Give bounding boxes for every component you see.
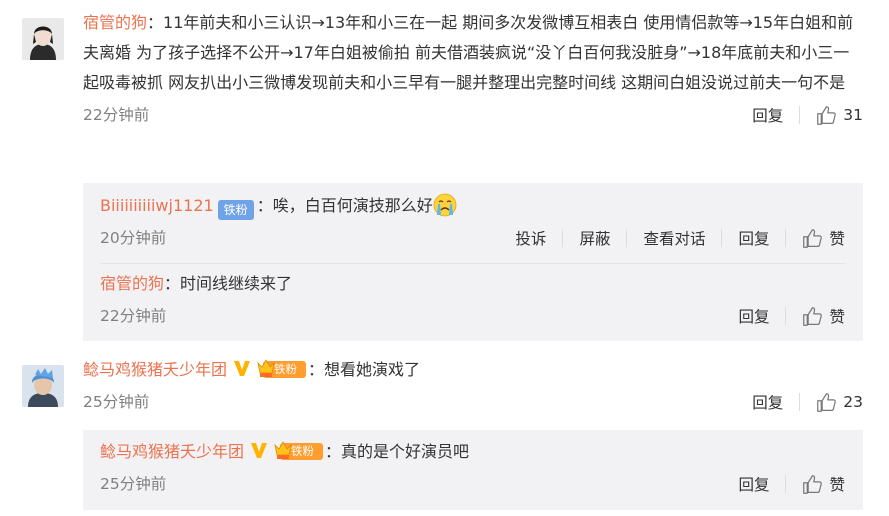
reply-button[interactable]: 回复	[738, 473, 769, 495]
like-button[interactable]: 23	[816, 392, 863, 413]
crown-icon	[274, 441, 292, 459]
divider	[626, 229, 628, 247]
comment-content: 想看她演戏了	[324, 360, 421, 379]
avatar[interactable]	[22, 365, 64, 407]
thumbs-up-icon	[817, 392, 837, 412]
like-button[interactable]: 31	[816, 105, 863, 126]
reply-time: 20分钟前	[100, 229, 167, 247]
reply-list: Biiiiiiiiiiwj1121 铁粉 ：唉，白百何演技那么好 20分钟前 投诉 …	[83, 183, 863, 341]
fan-badge: 铁粉	[256, 357, 307, 379]
username-link[interactable]: 宿管的狗	[100, 274, 164, 293]
reply-item: 鲶马鸡猴猪夭少年团 铁粉 ：真的是个好演员吧 25分钟前 回复 赞	[100, 437, 845, 499]
reply-content: 唉，白百何演技那么好	[272, 196, 433, 215]
crown-icon	[257, 359, 275, 377]
divider	[799, 393, 801, 411]
report-button[interactable]: 投诉	[515, 227, 546, 249]
verified-v-icon	[234, 361, 251, 376]
thumbs-up-icon	[803, 474, 823, 494]
reply-list: 鲶马鸡猴猪夭少年团 铁粉 ：真的是个好演员吧 25分钟前 回复 赞	[83, 430, 863, 510]
username-link[interactable]: 鲶马鸡猴猪夭少年团	[100, 442, 244, 461]
verified-v-icon	[251, 443, 268, 458]
divider	[799, 106, 801, 124]
username-link[interactable]: 鲶马鸡猴猪夭少年团	[83, 360, 227, 379]
view-conversation-button[interactable]: 查看对话	[643, 227, 705, 249]
username-link[interactable]: Biiiiiiiiiiwj1121	[100, 196, 214, 215]
like-count: 31	[843, 106, 863, 124]
reply-button[interactable]: 回复	[752, 391, 783, 413]
like-label: 赞	[829, 308, 845, 326]
thumbs-up-icon	[803, 228, 823, 248]
reply-content: 真的是个好演员吧	[341, 442, 470, 461]
avatar[interactable]	[22, 18, 64, 60]
thumbs-up-icon	[803, 306, 823, 326]
like-count: 23	[843, 393, 863, 411]
like-button[interactable]: 赞	[802, 473, 845, 495]
like-label: 赞	[829, 230, 845, 248]
username-link[interactable]: 宿管的狗	[83, 13, 147, 32]
fan-badge: 铁粉	[273, 439, 324, 461]
divider	[562, 229, 564, 247]
crying-face-icon	[433, 193, 457, 217]
comment-time: 25分钟前	[83, 393, 150, 411]
comment-content: 11年前夫和小三认识→13年和小三在一起 期间多次发微博互相表白 使用情侣款等→…	[83, 13, 854, 92]
fan-badge: 铁粉	[217, 200, 254, 220]
block-button[interactable]: 屏蔽	[579, 227, 610, 249]
like-button[interactable]: 赞	[802, 227, 845, 249]
divider	[785, 475, 787, 493]
reply-item: 宿管的狗：时间线继续来了 22分钟前 回复 赞	[100, 269, 845, 331]
divider	[785, 229, 787, 247]
comment-text: 宿管的狗：11年前夫和小三认识→13年和小三在一起 期间多次发微博互相表白 使用…	[83, 13, 854, 92]
divider	[721, 229, 723, 247]
reply-button[interactable]: 回复	[738, 227, 769, 249]
reply-content: 时间线继续来了	[180, 274, 293, 293]
reply-time: 25分钟前	[100, 475, 167, 493]
divider-line	[100, 263, 845, 264]
like-button[interactable]: 赞	[802, 305, 845, 327]
reply-button[interactable]: 回复	[752, 104, 783, 126]
reply-button[interactable]: 回复	[738, 305, 769, 327]
reply-time: 22分钟前	[100, 307, 167, 325]
divider	[785, 307, 787, 325]
like-label: 赞	[829, 476, 845, 494]
thumbs-up-icon	[817, 105, 837, 125]
comment-time: 22分钟前	[83, 106, 150, 124]
reply-item: Biiiiiiiiiiwj1121 铁粉 ：唉，白百何演技那么好 20分钟前 投诉 …	[100, 191, 845, 253]
